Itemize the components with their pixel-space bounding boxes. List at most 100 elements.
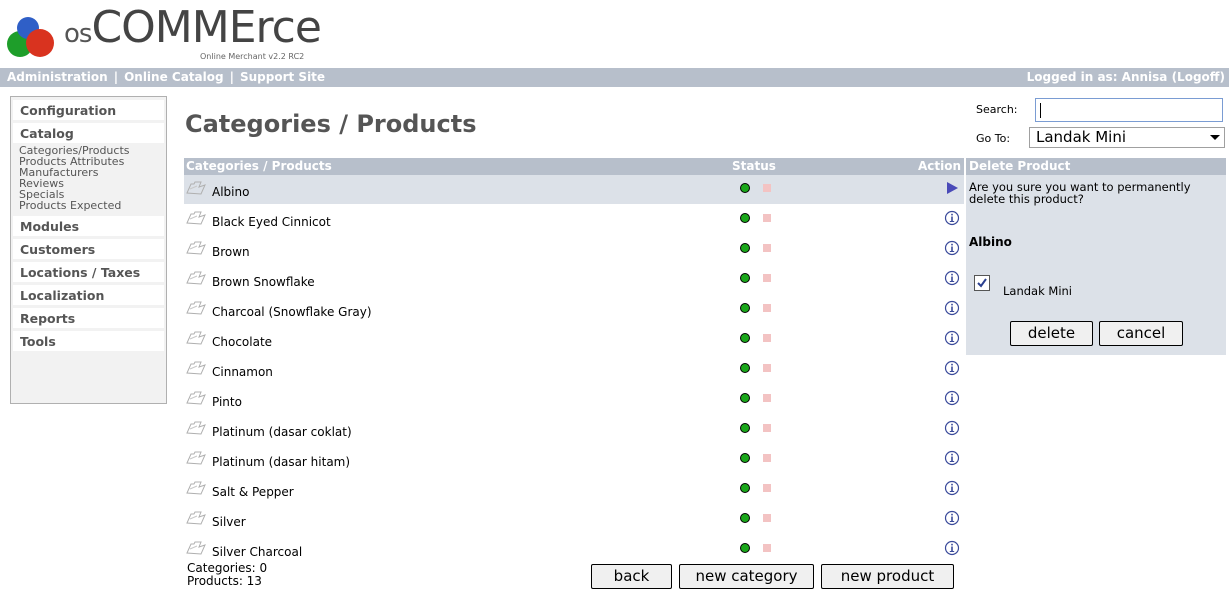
info-icon[interactable] [944,240,960,256]
info-icon[interactable] [944,420,960,436]
row-name[interactable]: Salt & Pepper [212,485,294,499]
table-row[interactable]: Brown Snowflake [184,265,964,295]
delete-button[interactable]: delete [1010,321,1093,346]
table-row[interactable]: Silver Charcoal [184,535,964,565]
status-inactive-icon[interactable] [763,214,771,222]
status-inactive-icon[interactable] [763,274,771,282]
page-title: Categories / Products [185,110,477,138]
row-name[interactable]: Silver Charcoal [212,545,302,559]
new-product-button[interactable]: new product [821,564,954,589]
status-active-icon [740,213,750,223]
table-header: Categories / Products Status Action [184,158,964,175]
sidebar-modules[interactable]: Modules [13,216,164,236]
row-name[interactable]: Albino [212,185,249,199]
catalog-submenu: Categories/Products Products Attributes … [11,143,166,213]
folder-icon [186,331,206,345]
table-row[interactable]: Black Eyed Cinnicot [184,205,964,235]
status-inactive-icon[interactable] [763,454,771,462]
table-row[interactable]: Chocolate [184,325,964,355]
table-row[interactable]: Silver [184,505,964,535]
folder-icon [186,361,206,375]
sidebar-tools[interactable]: Tools [13,331,164,351]
status-inactive-icon[interactable] [763,484,771,492]
table-row[interactable]: Cinnamon [184,355,964,385]
logged-in-status[interactable]: Logged in as: Annisa (Logoff) [1027,70,1225,84]
status-inactive-icon[interactable] [763,334,771,342]
row-name[interactable]: Platinum (dasar hitam) [212,455,350,469]
sidebar-locations-taxes[interactable]: Locations / Taxes [13,262,164,282]
goto-selected-value: Landak Mini [1036,128,1127,146]
administration-link[interactable]: Administration [7,70,108,84]
status-active-icon [740,363,750,373]
search-input[interactable] [1035,98,1223,122]
info-icon[interactable] [944,480,960,496]
sidebar-customers[interactable]: Customers [13,239,164,259]
oscommerce-logo: osCOMMErce Online Merchant v2.2 RC2 [6,2,322,68]
status-inactive-icon[interactable] [763,244,771,252]
row-name[interactable]: Pinto [212,395,242,409]
row-name[interactable]: Brown [212,245,250,259]
checkmark-icon [977,278,987,288]
new-category-button[interactable]: new category [679,564,814,589]
column-header-name: Categories / Products [186,159,332,173]
back-button[interactable]: back [591,564,672,589]
status-active-icon [740,423,750,433]
status-active-icon [740,393,750,403]
status-inactive-icon[interactable] [763,424,771,432]
info-icon[interactable] [944,390,960,406]
status-active-icon [740,183,750,193]
cancel-button[interactable]: cancel [1099,321,1183,346]
table-row[interactable]: Charcoal (Snowflake Gray) [184,295,964,325]
row-name[interactable]: Silver [212,515,246,529]
search-label: Search: [976,103,1018,116]
sidebar-catalog[interactable]: Catalog [13,123,164,143]
row-name[interactable]: Black Eyed Cinnicot [212,215,331,229]
info-icon[interactable] [944,210,960,226]
status-inactive-icon[interactable] [763,544,771,552]
text-caret [1040,103,1041,118]
info-icon[interactable] [944,510,960,526]
goto-select[interactable]: Landak Mini [1029,127,1225,148]
status-active-icon [740,543,750,553]
support-site-link[interactable]: Support Site [240,70,325,84]
folder-icon [186,421,206,435]
header-links: Administration | Online Catalog | Support Si… [7,70,326,84]
category-checkbox[interactable] [974,275,990,291]
panel-title: Delete Product [966,158,1226,175]
info-icon[interactable] [944,450,960,466]
column-header-status: Status [732,159,776,173]
table-row[interactable]: Pinto [184,385,964,415]
info-icon[interactable] [944,270,960,286]
info-icon[interactable] [944,360,960,376]
info-icon[interactable] [944,330,960,346]
info-icon[interactable] [944,540,960,556]
logo-version: Online Merchant v2.2 RC2 [200,52,305,61]
status-active-icon [740,483,750,493]
row-name[interactable]: Cinnamon [212,365,273,379]
sidebar-item-products-expected[interactable]: Products Expected [19,200,166,211]
products-count: Products: 13 [187,574,262,588]
sidebar-localization[interactable]: Localization [13,285,164,305]
online-catalog-link[interactable]: Online Catalog [124,70,224,84]
table-row[interactable]: Platinum (dasar hitam) [184,445,964,475]
delete-product-panel: Delete Product Are you sure you want to … [966,158,1226,355]
products-table: Categories / Products Status Action Albi… [184,158,964,565]
logo-balls-icon [7,17,54,57]
table-row[interactable]: Platinum (dasar coklat) [184,415,964,445]
sidebar-configuration[interactable]: Configuration [13,100,164,120]
row-name[interactable]: Platinum (dasar coklat) [212,425,352,439]
row-name[interactable]: Brown Snowflake [212,275,315,289]
folder-icon [186,511,206,525]
table-row[interactable]: Albino [184,175,964,205]
status-inactive-icon[interactable] [763,304,771,312]
status-inactive-icon[interactable] [763,364,771,372]
status-inactive-icon[interactable] [763,184,771,192]
row-name[interactable]: Charcoal (Snowflake Gray) [212,305,372,319]
table-row[interactable]: Brown [184,235,964,265]
table-row[interactable]: Salt & Pepper [184,475,964,505]
sidebar-reports[interactable]: Reports [13,308,164,328]
row-name[interactable]: Chocolate [212,335,272,349]
status-inactive-icon[interactable] [763,394,771,402]
info-icon[interactable] [944,300,960,316]
status-inactive-icon[interactable] [763,514,771,522]
